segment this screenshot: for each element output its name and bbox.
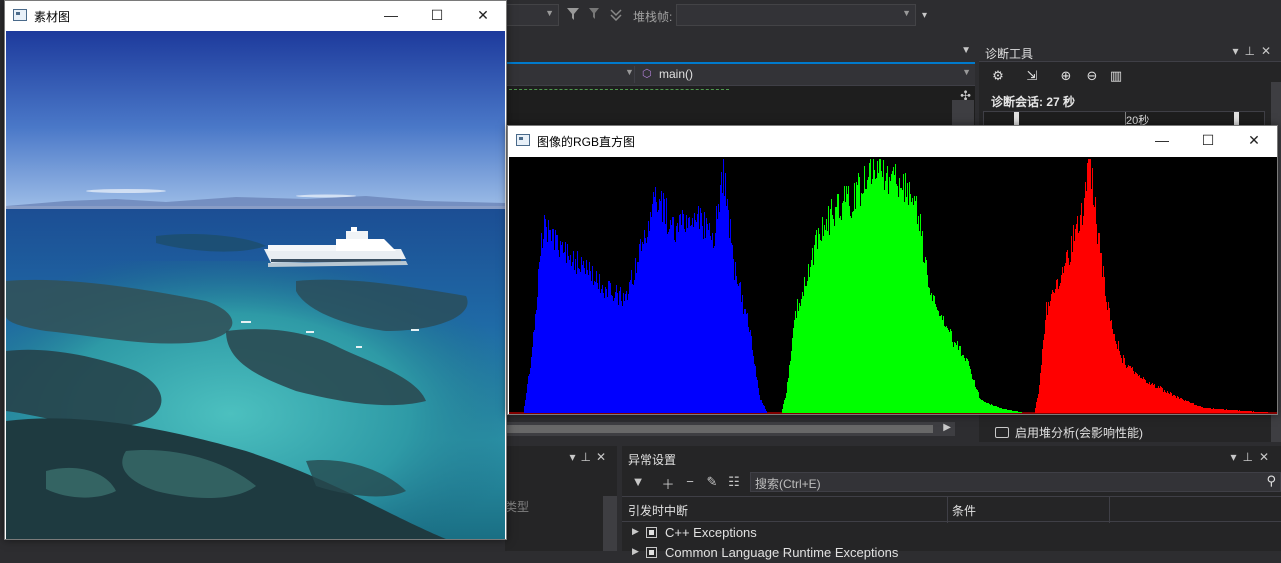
thread-tree-icon[interactable] [609,7,623,21]
window-app-icon [516,134,530,146]
session-duration: 诊断会话: 27 秒 [991,95,1076,109]
editor-tab-strip: ▼ [505,42,975,64]
scroll-right-icon[interactable]: ▶ [943,422,951,433]
heap-profiling-label: 启用堆分析(会影响性能) [1015,426,1143,440]
close-icon[interactable]: ✕ [460,1,506,30]
pane-controls[interactable]: ▾⊥✕ [1230,450,1275,464]
window-app-icon [13,9,27,21]
enable-heap-profiling[interactable]: 启用堆分析(会影响性能) [995,424,1143,441]
rgb-histogram-plot [509,157,1277,414]
maximize-icon[interactable]: ☐ [414,1,460,30]
gear-icon[interactable]: ⚙ [989,68,1007,86]
reef-photo [6,31,505,539]
diagnostic-toolbar: ⚙ ⇲ ⊕ ⊖ ▥ [979,64,1281,90]
timeline-end-handle[interactable] [1234,112,1239,126]
scope-dropdown[interactable] [505,66,635,83]
minimize-icon[interactable]: — [368,1,414,30]
exception-category-label: Common Language Runtime Exceptions [665,545,899,560]
chevron-down-icon: ▼ [545,8,554,18]
exception-toolbar: ▼ ＋ − ✎ ☷ 搜索(Ctrl+E) ⚲ [622,470,1281,494]
thread-combo[interactable]: ▼ [505,4,559,26]
histogram-window[interactable]: 图像的RGB直方图 — ☐ ✕ [507,125,1278,415]
exception-settings-title: 异常设置 [628,453,677,467]
code-line-marker [509,89,729,90]
pane-controls[interactable]: ▾⊥✕ [569,450,611,464]
zoom-in-icon[interactable]: ⊕ [1057,68,1075,86]
close-icon[interactable]: ✕ [1231,126,1277,155]
search-placeholder: 搜索(Ctrl+E) [755,477,821,491]
filter-flag-icon[interactable] [588,7,602,21]
exception-grid-header: 引发时中断 条件 [622,496,1281,523]
photo-window-title: 素材图 [34,10,71,24]
function-cube-icon: ⬡ [642,68,652,80]
toolbar-overflow-icon[interactable]: ▾ [922,10,927,21]
pane-controls[interactable]: ▾⊥✕ [1232,44,1277,58]
editor-scrollbar[interactable] [952,100,974,126]
editor-horizontal-scrollbar[interactable]: ▶ [505,422,955,436]
exception-row[interactable]: ▶ Common Language Runtime Exceptions [622,543,1281,563]
exception-settings-titlebar: 异常设置 ▾⊥✕ [622,446,1281,468]
photo-window[interactable]: 素材图 — ☐ ✕ [4,0,507,540]
chevron-down-icon[interactable]: ▼ [962,67,971,77]
diagnostic-tools-titlebar: 诊断工具 ▾⊥✕ [979,42,1281,62]
exception-search-input[interactable]: 搜索(Ctrl+E) ⚲ [750,472,1281,492]
exception-row[interactable]: ▶ C++ Exceptions [622,523,1281,543]
expand-arrow-icon[interactable]: ▶ [632,526,639,537]
scrollbar-thumb[interactable] [505,425,933,433]
exception-category-label: C++ Exceptions [665,525,757,540]
chevron-down-icon: ▼ [902,8,911,18]
add-icon[interactable]: ＋ [660,474,676,492]
column-divider[interactable] [1109,497,1110,523]
filter-icon[interactable] [566,7,580,21]
function-dropdown-label[interactable]: main() [659,67,693,81]
export-icon[interactable]: ⇲ [1023,68,1041,86]
filter-icon[interactable]: ▼ [630,474,646,490]
diagnostic-tools-title: 诊断工具 [985,47,1034,61]
break-when-thrown-header[interactable]: 引发时中断 [628,502,688,519]
histogram-window-title: 图像的RGB直方图 [537,135,636,149]
stack-frame-label: 堆栈帧: [633,10,673,24]
stack-frame-combo[interactable]: ▼ [676,4,916,26]
exception-checkbox[interactable] [646,547,657,558]
exception-settings-panel: 异常设置 ▾⊥✕ ▼ ＋ − ✎ ☷ 搜索(Ctrl+E) ⚲ 引发时中断 条件… [622,446,1281,560]
pane-scrollbar[interactable] [603,496,617,551]
reset-zoom-icon[interactable]: ▥ [1107,68,1125,86]
memory-icon [995,427,1009,438]
zoom-out-icon[interactable]: ⊖ [1083,68,1101,86]
photo-window-titlebar[interactable]: 素材图 — ☐ ✕ [5,1,506,30]
checkbox-partial-fill [649,530,654,535]
edit-condition-icon[interactable]: ✎ [704,474,720,490]
condition-header[interactable]: 条件 [952,502,976,519]
editor-navigation-bar: ▼ ⬡ main() ▼ [505,64,975,86]
expand-arrow-icon[interactable]: ▶ [632,546,639,557]
histogram-window-titlebar[interactable]: 图像的RGB直方图 — ☐ ✕ [508,126,1277,155]
list-view-icon[interactable]: ☷ [726,474,742,490]
type-column-header[interactable]: 类型 [505,498,529,515]
remove-icon[interactable]: − [682,474,698,490]
bottom-left-pane: ▾⊥✕ 类型 [505,446,617,551]
tab-list-dropdown-icon[interactable]: ▼ [961,45,971,56]
code-editor[interactable]: ✣ [505,86,975,126]
timeline-start-handle[interactable] [1014,112,1019,126]
exception-checkbox[interactable] [646,527,657,538]
minimize-icon[interactable]: — [1139,126,1185,155]
maximize-icon[interactable]: ☐ [1185,126,1231,155]
reef-photo-image [6,31,505,539]
chevron-down-icon: ▼ [625,67,634,77]
search-icon[interactable]: ⚲ [1266,473,1276,489]
column-divider[interactable] [947,497,948,523]
rgb-histogram-svg [509,157,1277,414]
